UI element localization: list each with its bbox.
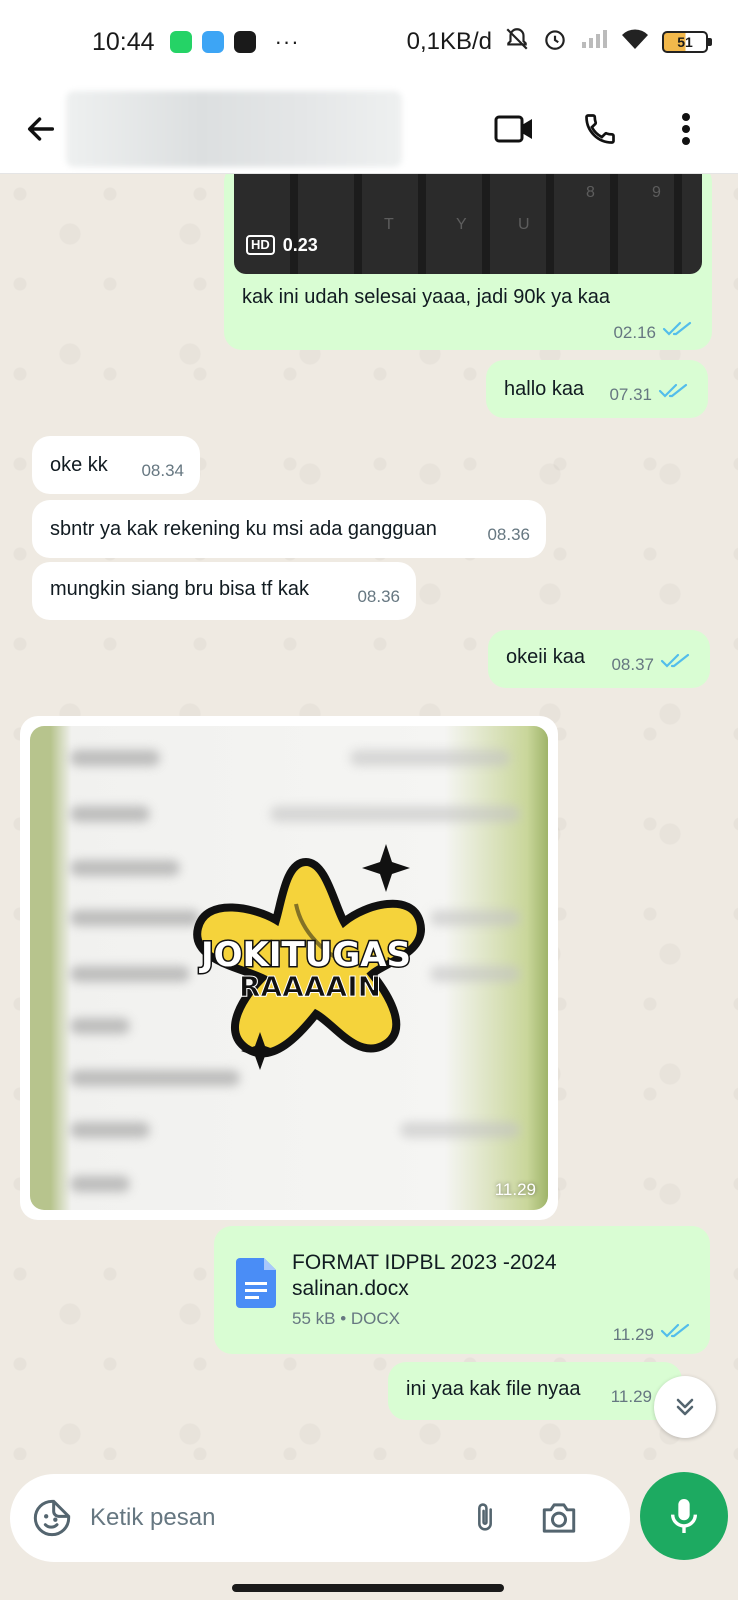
document-size: 55 kB • DOCX: [292, 1309, 400, 1328]
message-bubble-video[interactable]: T Y U 8 9 HD 0.23 kak ini udah selesai y…: [224, 174, 712, 350]
svg-text:RAAAAIN: RAAAAIN: [239, 970, 381, 1003]
mute-icon: [504, 26, 530, 59]
document-title: FORMAT IDPBL 2023 -2024 salinan.docx: [292, 1251, 557, 1300]
message-meta: 11.29: [611, 1384, 652, 1410]
message-meta: 08.36: [487, 522, 530, 548]
message-time: 11.29: [612, 1325, 654, 1344]
battery-icon: 51: [662, 31, 712, 53]
contact-name-redacted[interactable]: [66, 90, 402, 167]
video-info: HD 0.23: [246, 232, 318, 258]
message-time: 08.34: [141, 461, 184, 480]
message-time: 08.36: [357, 587, 400, 606]
sticker-icon[interactable]: [28, 1494, 76, 1542]
keyboard-image: T Y U 8 9: [384, 184, 661, 233]
message-text: okeii kaa: [506, 646, 585, 668]
status-time: 10:44: [92, 27, 155, 56]
video-thumbnail[interactable]: T Y U 8 9 HD 0.23: [234, 174, 702, 274]
message-meta: 02.16: [613, 320, 692, 346]
status-bar: 10:44 ··· 0,1KB/d 51: [0, 0, 738, 84]
message-bubble[interactable]: mungkin siang bru bisa tf kak 08.36: [32, 562, 416, 620]
message-meta: 08.37: [611, 652, 690, 678]
alarm-icon: [542, 26, 568, 59]
message-input[interactable]: [90, 1504, 450, 1532]
message-text: kak ini udah selesai yaaa, jadi 90k ya k…: [242, 286, 611, 308]
double-chevron-down-icon: [676, 1398, 694, 1416]
video-call-icon[interactable]: [484, 99, 544, 159]
message-bubble[interactable]: hallo kaa 07.31: [486, 360, 708, 418]
message-meta: 08.34: [141, 458, 184, 484]
scroll-to-bottom-button[interactable]: [654, 1376, 716, 1438]
message-bubble-image[interactable]: JOKITUGAS RAAAAIN 11.29: [20, 716, 558, 1220]
document-attachment[interactable]: FORMAT IDPBL 2023 -2024 salinan.docx 55 …: [224, 1236, 674, 1328]
message-time: 11.29: [610, 1387, 652, 1406]
message-bubble-document[interactable]: FORMAT IDPBL 2023 -2024 salinan.docx 55 …: [214, 1226, 710, 1354]
microphone-icon: [670, 1499, 698, 1533]
more-notifications-icon: ···: [274, 29, 300, 54]
more-vert-icon[interactable]: [656, 99, 716, 159]
image-attachment[interactable]: JOKITUGAS RAAAAIN 11.29: [30, 726, 548, 1210]
message-input-container[interactable]: [10, 1474, 630, 1562]
whatsapp-notification-icon: [169, 31, 192, 53]
wifi-icon: [620, 27, 650, 58]
composer: [0, 1460, 738, 1600]
video-duration: 0.23: [282, 235, 318, 255]
signal-icon: [580, 28, 608, 57]
message-text: hallo kaa: [504, 378, 585, 400]
message-text: mungkin siang bru bisa tf kak: [50, 578, 310, 600]
message-meta: 07.31: [609, 382, 688, 408]
camera-icon[interactable]: [534, 1493, 584, 1543]
message-bubble[interactable]: ini yaa kak file nyaa 11.29: [388, 1362, 682, 1420]
home-indicator[interactable]: [232, 1584, 504, 1592]
message-text: oke kk: [50, 454, 108, 476]
message-time: 08.37: [611, 655, 654, 674]
svg-text:JOKITUGAS: JOKITUGAS: [199, 935, 411, 975]
chat-area[interactable]: T Y U 8 9 HD 0.23 kak ini udah selesai y…: [0, 174, 738, 1460]
read-ticks-icon: [660, 652, 690, 678]
attach-icon[interactable]: [460, 1493, 510, 1543]
message-meta: 11.29: [613, 1322, 690, 1348]
message-bubble[interactable]: okeii kaa 08.37: [488, 630, 710, 688]
message-text: ini yaa kak file nyaa: [406, 1378, 581, 1400]
hd-badge: HD: [246, 235, 275, 255]
read-ticks-icon: [658, 382, 688, 408]
chat-header: [0, 84, 738, 174]
document-icon: [236, 1258, 276, 1308]
read-ticks-icon: [662, 320, 692, 346]
message-meta: 08.36: [357, 584, 400, 610]
network-speed: 0,1KB/d: [406, 28, 492, 55]
message-bubble[interactable]: oke kk 08.34: [32, 436, 200, 494]
message-time: 02.16: [613, 323, 656, 342]
app-notification-icon: [201, 31, 224, 53]
voice-call-icon[interactable]: [570, 99, 630, 159]
jokitugas-sticker: JOKITUGAS RAAAAIN: [193, 844, 425, 1070]
message-time: 11.29: [494, 1180, 536, 1199]
message-time: 07.31: [609, 385, 652, 404]
back-arrow-icon[interactable]: [10, 98, 72, 160]
read-ticks-icon: [660, 1322, 690, 1348]
message-text: sbntr ya kak rekening ku msi ada ganggua…: [50, 518, 437, 540]
voice-message-button[interactable]: [640, 1472, 728, 1560]
tix-notification-icon: [233, 31, 256, 53]
message-bubble[interactable]: sbntr ya kak rekening ku msi ada ganggua…: [32, 500, 546, 558]
message-time: 08.36: [487, 525, 530, 544]
